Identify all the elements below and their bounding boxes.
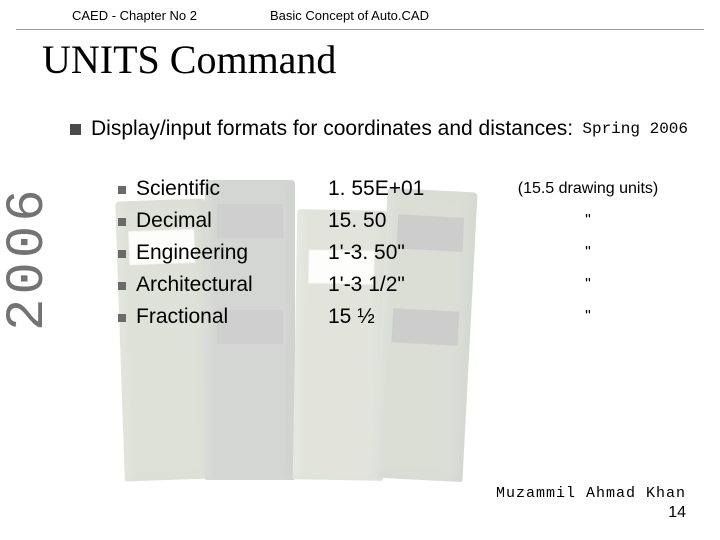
bullet-square-icon	[118, 218, 126, 226]
format-example: 15. 50	[328, 209, 498, 233]
bullet-square-icon	[70, 124, 81, 135]
side-year: 2006	[2, 138, 56, 378]
format-note: (15.5 drawing units)	[498, 177, 678, 198]
list-item: Decimal 15. 50 "	[118, 209, 680, 233]
slide-title: UNITS Command	[42, 36, 720, 83]
format-note: "	[498, 305, 678, 326]
bullet-square-icon	[118, 186, 126, 194]
format-name: Architectural	[136, 273, 253, 297]
format-name: Decimal	[136, 209, 212, 233]
format-name: Fractional	[136, 305, 228, 329]
list-item: Architectural 1'-3 1/2" "	[118, 273, 680, 297]
format-note: "	[498, 241, 678, 262]
format-note: "	[498, 209, 678, 230]
format-example: 1. 55E+01	[328, 177, 498, 201]
format-example: 1'-3 1/2"	[328, 273, 498, 297]
format-name: Scientific	[136, 177, 220, 201]
list-item: Scientific 1. 55E+01 (15.5 drawing units…	[118, 177, 680, 201]
intro-text: Display/input formats for coordinates an…	[91, 117, 573, 141]
format-name: Engineering	[136, 241, 248, 265]
footer-author: Muzammil Ahmad Khan	[496, 485, 686, 502]
format-example: 15 ½	[328, 305, 498, 329]
format-note: "	[498, 273, 678, 294]
format-example: 1'-3. 50"	[328, 241, 498, 265]
bullet-square-icon	[118, 282, 126, 290]
header-divider	[16, 29, 704, 30]
header-right: Basic Concept of Auto.CAD	[270, 8, 429, 23]
footer-page-number: 14	[668, 504, 686, 522]
list-item: Fractional 15 ½ "	[118, 305, 680, 329]
bullet-square-icon	[118, 250, 126, 258]
list-item: Engineering 1'-3. 50" "	[118, 241, 680, 265]
formats-list: Scientific 1. 55E+01 (15.5 drawing units…	[118, 177, 680, 329]
bullet-square-icon	[118, 314, 126, 322]
semester-label: Spring 2006	[582, 120, 688, 138]
